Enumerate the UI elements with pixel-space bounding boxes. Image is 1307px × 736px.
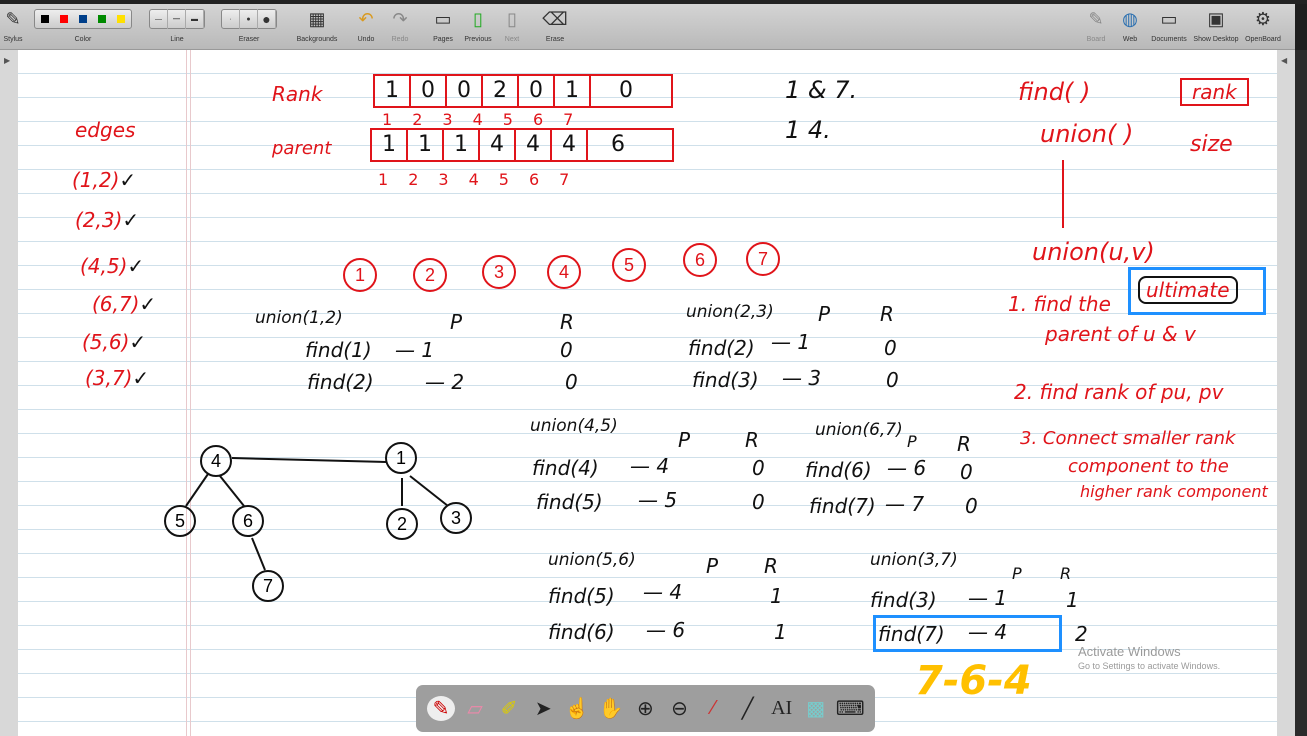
line-width-picker[interactable]: — — ▬ Line — [146, 6, 208, 43]
backgrounds-button[interactable]: ▦ Backgrounds — [294, 6, 340, 44]
keyboard-icon[interactable]: ⌨ — [836, 696, 865, 721]
previous-button[interactable]: ▯ Previous — [462, 6, 494, 44]
next-button[interactable]: ▯ Next — [500, 6, 524, 44]
color-green[interactable] — [98, 15, 107, 23]
openboard-menu-button[interactable]: ⚙ OpenBoard — [1242, 6, 1284, 44]
color-yellow[interactable] — [117, 15, 126, 23]
pages-button[interactable]: ▭ Pages — [430, 6, 456, 44]
tree-node: 1 — [385, 442, 417, 474]
note: rank — [1180, 78, 1249, 106]
documents-button[interactable]: ▭ Documents — [1148, 6, 1190, 44]
note: find( ) — [1018, 78, 1091, 106]
previous-page-icon: ▯ — [473, 8, 483, 29]
capture-tool-icon[interactable]: ▩ — [802, 696, 830, 721]
note: 2. find rank of pu, pv — [1014, 380, 1224, 404]
note: parent of u & v — [1045, 322, 1196, 346]
tree-node: 6 — [232, 505, 264, 537]
selector-tool-icon[interactable]: ➤ — [529, 696, 557, 721]
backgrounds-icon: ▦ — [308, 8, 326, 29]
color-red[interactable] — [59, 15, 68, 23]
note: union( ) — [1040, 120, 1134, 148]
right-panel-toggle[interactable]: ◀ — [1277, 50, 1295, 736]
eraser-tool-icon[interactable]: ▱ — [461, 696, 489, 721]
note: 1. find the — [1008, 292, 1111, 316]
note: ultimate — [1138, 276, 1238, 304]
pen-tool-icon[interactable]: ✎ — [427, 696, 456, 721]
hand-tool-icon[interactable]: ✋ — [597, 696, 625, 721]
stylus-button[interactable]: ✎ Stylus — [2, 6, 24, 44]
zoom-in-icon[interactable]: ⊕ — [631, 696, 659, 721]
note: 3. Connect smaller rank — [1020, 428, 1236, 449]
gear-icon: ⚙ — [1254, 8, 1272, 29]
scrollbar[interactable] — [1295, 50, 1307, 736]
tree-node: 5 — [164, 505, 196, 537]
note: size — [1190, 132, 1233, 157]
color-black[interactable] — [40, 15, 49, 23]
activation-watermark-sub: Go to Settings to activate Windows. — [1078, 661, 1221, 671]
interact-tool-icon[interactable]: ☝ — [563, 696, 591, 721]
board-button[interactable]: ✎ Board — [1084, 6, 1108, 44]
marker-tool-icon[interactable]: ✐ — [495, 696, 523, 721]
whiteboard-canvas[interactable]: Rank 1002010 1234567 parent 1114446 1234… — [0, 50, 1295, 736]
text-tool-icon[interactable]: AI — [768, 697, 796, 720]
eraser-size-picker[interactable]: · ● ● Eraser — [218, 6, 280, 43]
desktop-icon: ▣ — [1207, 8, 1225, 29]
redo-icon: ↷ — [392, 8, 408, 29]
activation-watermark: Activate Windows — [1078, 644, 1181, 659]
undo-button[interactable]: ↶ Undo — [354, 6, 378, 44]
line-tool-icon[interactable]: ╱ — [734, 696, 762, 721]
left-panel-toggle[interactable]: ▶ — [0, 50, 18, 736]
globe-icon: ◍ — [1122, 8, 1138, 29]
erase-button[interactable]: ⌫ Erase — [542, 6, 568, 44]
note: union(u,v) — [1032, 238, 1155, 266]
undo-icon: ↶ — [358, 8, 374, 29]
main-toolbar: ✎ Stylus Color — — ▬ Line · ● ● Eraser ▦ Backgro… — [0, 4, 1295, 50]
folder-icon: ▭ — [1160, 8, 1178, 29]
show-desktop-button[interactable]: ▣ Show Desktop — [1190, 6, 1242, 44]
tree-node: 7 — [252, 570, 284, 602]
stylus-icon: ✎ — [5, 8, 21, 29]
note: component to the — [1068, 456, 1229, 477]
stylus-palette: ✎ ▱ ✐ ➤ ☝ ✋ ⊕ ⊖ ⁄ ╱ AI ▩ ⌨ — [416, 685, 875, 732]
redo-button[interactable]: ↷ Redo — [388, 6, 412, 44]
note: higher rank component — [1080, 482, 1268, 501]
next-page-icon: ▯ — [507, 8, 517, 29]
tree-node: 3 — [440, 502, 472, 534]
color-blue[interactable] — [78, 15, 87, 23]
web-button[interactable]: ◍ Web — [1118, 6, 1142, 44]
laser-pointer-icon[interactable]: ⁄ — [700, 697, 728, 720]
zoom-out-icon[interactable]: ⊖ — [665, 696, 693, 721]
add-page-icon: ▭ — [434, 8, 452, 29]
board-icon: ✎ — [1088, 8, 1104, 29]
color-picker[interactable]: Color — [33, 6, 133, 43]
tree-node: 2 — [386, 508, 418, 540]
tree-node: 4 — [200, 445, 232, 477]
erase-icon: ⌫ — [542, 8, 568, 29]
